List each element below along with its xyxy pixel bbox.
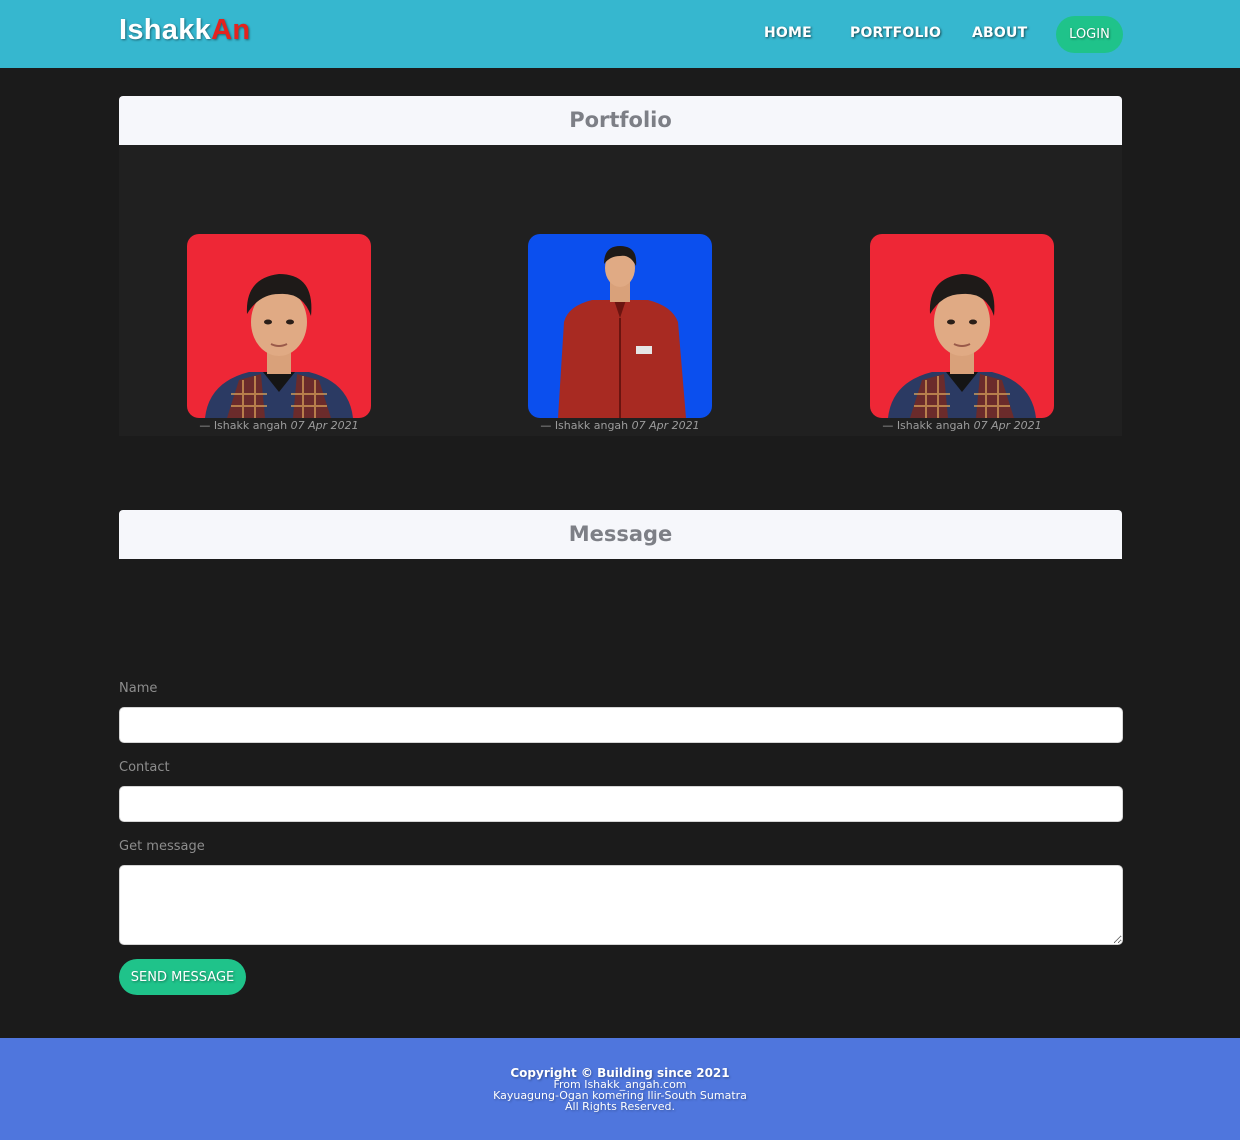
name-input[interactable]	[119, 707, 1123, 743]
person-halfbody-image	[558, 246, 686, 418]
footer: Copyright © Building since 2021 From Ish…	[0, 1038, 1240, 1140]
portfolio-caption: — Ishakk angah 07 Apr 2021	[187, 419, 371, 432]
caption-author: Ishakk angah	[554, 419, 629, 432]
login-button[interactable]: LOGIN	[1056, 16, 1123, 53]
portfolio-card[interactable]: — Ishakk angah 07 Apr 2021	[528, 234, 712, 432]
navbar: IshakkAn HOME PORTFOLIO ABOUT LOGIN	[0, 0, 1240, 68]
caption-date: 07 Apr 2021	[973, 419, 1042, 432]
footer-rights: All Rights Reserved.	[564, 1100, 676, 1113]
portfolio-caption: — Ishakk angah 07 Apr 2021	[870, 419, 1054, 432]
caption-dash: —	[882, 419, 894, 432]
caption-dash: —	[540, 419, 552, 432]
nav-link-home[interactable]: HOME	[764, 25, 812, 41]
caption-author: Ishakk angah	[896, 419, 971, 432]
portfolio-photo[interactable]	[870, 234, 1054, 418]
portfolio-section-title: Portfolio	[119, 96, 1122, 145]
portfolio-photo[interactable]	[528, 234, 712, 418]
brand-logo[interactable]: IshakkAn	[119, 14, 250, 47]
send-message-button[interactable]: SEND MESSAGE	[119, 959, 246, 995]
portfolio-card[interactable]: — Ishakk angah 07 Apr 2021	[187, 234, 371, 432]
person-portrait-image	[888, 274, 1036, 418]
message-section-title: Message	[119, 510, 1122, 559]
caption-author: Ishakk angah	[213, 419, 288, 432]
portfolio-card[interactable]: — Ishakk angah 07 Apr 2021	[870, 234, 1054, 432]
person-portrait-image	[205, 274, 353, 418]
message-label: Get message	[119, 839, 205, 854]
nav-link-portfolio[interactable]: PORTFOLIO	[850, 25, 941, 41]
message-textarea[interactable]	[119, 865, 1123, 945]
portfolio-gallery: — Ishakk angah 07 Apr 2021 — Ishakk anga…	[119, 145, 1122, 436]
name-label: Name	[119, 681, 158, 696]
contact-label: Contact	[119, 760, 170, 775]
brand-text-primary: Ishakk	[119, 14, 212, 46]
caption-dash: —	[199, 419, 211, 432]
caption-date: 07 Apr 2021	[631, 419, 700, 432]
caption-date: 07 Apr 2021	[290, 419, 359, 432]
nav-link-about[interactable]: ABOUT	[972, 25, 1027, 41]
brand-text-accent: An	[211, 14, 251, 46]
portfolio-photo[interactable]	[187, 234, 371, 418]
contact-input[interactable]	[119, 786, 1123, 822]
portfolio-caption: — Ishakk angah 07 Apr 2021	[528, 419, 712, 432]
